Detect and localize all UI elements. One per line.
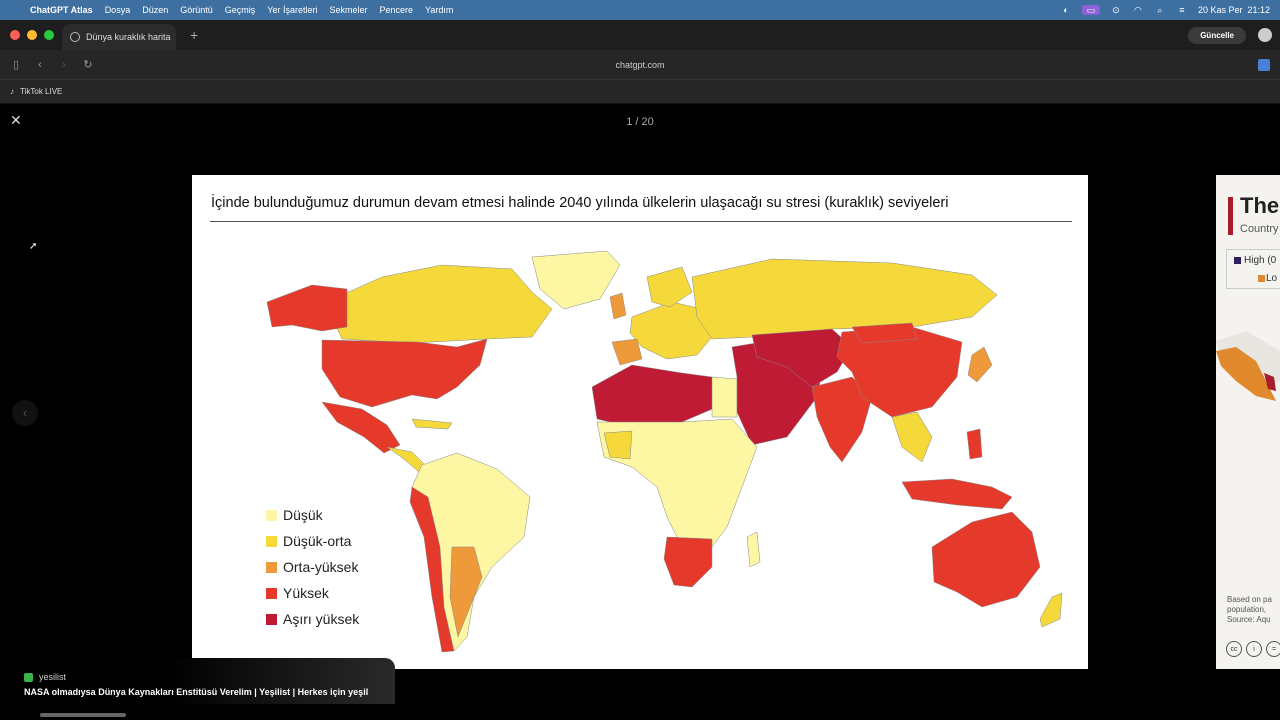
region-alaska bbox=[266, 284, 348, 332]
window-controls bbox=[0, 30, 62, 40]
by-icon: i bbox=[1246, 641, 1262, 657]
next-image-preview[interactable]: The Country High (0 Lo Based on pa popul… bbox=[1216, 175, 1280, 669]
legend-item: Yüksek bbox=[266, 580, 359, 606]
play-icon[interactable]: ⊙ bbox=[1110, 5, 1122, 15]
zoom-window-button[interactable] bbox=[44, 30, 54, 40]
toast-title[interactable]: NASA olmadıysa Dünya Kaynakları Enstitüs… bbox=[24, 687, 368, 697]
nd-icon: = bbox=[1266, 641, 1280, 657]
menu-bar: ChatGPT Atlas Dosya Düzen Görüntü Geçmiş… bbox=[0, 0, 1280, 20]
region-southern-africa bbox=[663, 536, 713, 588]
region-mexico bbox=[321, 401, 401, 454]
region-north-africa bbox=[591, 364, 718, 428]
legend-label: Düşük-orta bbox=[283, 533, 352, 549]
sidebar-toggle-icon[interactable]: ▯ bbox=[4, 58, 28, 71]
region-uk bbox=[609, 292, 627, 320]
legend-item: Düşük-orta bbox=[266, 528, 359, 554]
toast-source: yesilist bbox=[24, 672, 66, 682]
cc-icon: cc bbox=[1226, 641, 1242, 657]
accent-bar bbox=[1228, 197, 1233, 235]
legend-label: Düşük bbox=[283, 507, 323, 523]
translate-extension-icon[interactable] bbox=[1258, 58, 1270, 71]
region-indonesia bbox=[901, 478, 1013, 510]
preview-legend-high: High (0 bbox=[1244, 255, 1277, 266]
preview-map bbox=[1216, 331, 1280, 401]
region-madagascar bbox=[746, 531, 761, 568]
legend-swatch-medium-high bbox=[266, 561, 277, 573]
screen-record-icon[interactable]: ▭ bbox=[1081, 5, 1100, 15]
minimize-window-button[interactable] bbox=[27, 30, 37, 40]
title-divider bbox=[210, 221, 1072, 222]
map-legend: Düşük Düşük-orta Orta-yüksek Yüksek Aşır… bbox=[266, 502, 359, 632]
previous-image-button[interactable]: ‹ bbox=[12, 400, 38, 426]
menu-bookmarks[interactable]: Yer İşaretleri bbox=[267, 5, 317, 15]
menu-file[interactable]: Dosya bbox=[105, 5, 131, 15]
site-favicon-icon bbox=[24, 672, 33, 682]
region-scandinavia bbox=[646, 266, 693, 308]
menu-history[interactable]: Geçmiş bbox=[225, 5, 256, 15]
menu-edit[interactable]: Düzen bbox=[142, 5, 168, 15]
search-icon[interactable]: ⌕ bbox=[1154, 5, 1166, 15]
horizontal-scrollbar[interactable] bbox=[40, 713, 126, 717]
preview-legend-low: Lo bbox=[1266, 273, 1278, 284]
region-iberia bbox=[611, 338, 643, 366]
region-caribbean bbox=[411, 418, 453, 430]
legend-label: Aşırı yüksek bbox=[283, 611, 360, 627]
reload-button[interactable]: ↻ bbox=[76, 58, 100, 71]
update-button[interactable]: Güncelle bbox=[1188, 26, 1246, 44]
tiktok-icon: ♪ bbox=[10, 87, 14, 96]
image-viewer: ✕ 1 / 20 ➚ ‹ › İçinde bulunduğumuz durum… bbox=[0, 104, 1280, 720]
bookmark-tiktok-live[interactable]: TikTok LIVE bbox=[20, 87, 62, 96]
menubar-clock[interactable]: 20 Kas Per 21:12 bbox=[1198, 5, 1270, 15]
region-egypt bbox=[711, 376, 738, 418]
address-bar: ▯ ‹ › ↻ chatgpt.com bbox=[0, 50, 1280, 80]
control-center-icon[interactable]: ≡ bbox=[1176, 5, 1188, 15]
source-toast[interactable]: yesilist NASA olmadıysa Dünya Kaynakları… bbox=[0, 658, 395, 704]
legend-swatch-high bbox=[266, 587, 277, 599]
mouse-cursor-icon: ➚ bbox=[29, 241, 38, 252]
license-icons: cc i = bbox=[1226, 641, 1280, 657]
sync-icon[interactable]: ◐ bbox=[1060, 5, 1072, 15]
legend-swatch-low bbox=[266, 509, 277, 521]
legend-item: Aşırı yüksek bbox=[266, 606, 359, 632]
forward-button[interactable]: › bbox=[52, 59, 76, 71]
region-australia bbox=[931, 511, 1041, 608]
url-field[interactable]: chatgpt.com bbox=[0, 60, 1280, 70]
preview-subtitle: Country bbox=[1240, 223, 1279, 235]
legend-swatch-low-medium bbox=[266, 535, 277, 547]
legend-item: Orta-yüksek bbox=[266, 554, 359, 580]
back-button[interactable]: ‹ bbox=[28, 59, 52, 71]
tab-title: Dünya kuraklık harita bbox=[86, 32, 171, 42]
legend-label: Orta-yüksek bbox=[283, 559, 359, 575]
menu-app-name[interactable]: ChatGPT Atlas bbox=[30, 5, 93, 15]
region-southeast-asia bbox=[891, 411, 933, 463]
profile-avatar[interactable] bbox=[1258, 28, 1272, 42]
new-tab-button[interactable]: + bbox=[190, 27, 198, 43]
region-new-zealand bbox=[1039, 592, 1063, 628]
menu-view[interactable]: Görüntü bbox=[180, 5, 213, 15]
tab-strip: Dünya kuraklık harita + Güncelle bbox=[0, 20, 1280, 50]
close-window-button[interactable] bbox=[10, 30, 20, 40]
globe-icon bbox=[70, 32, 80, 42]
menu-window[interactable]: Pencere bbox=[379, 5, 413, 15]
bookmarks-bar: ♪ TikTok LIVE bbox=[0, 80, 1280, 104]
image-counter: 1 / 20 bbox=[626, 116, 654, 128]
region-russia bbox=[691, 258, 998, 340]
map-image: İçinde bulunduğumuz durumun devam etmesi… bbox=[192, 175, 1088, 669]
toast-source-label: yesilist bbox=[39, 672, 67, 682]
region-philippines bbox=[966, 428, 983, 460]
legend-label: Yüksek bbox=[283, 585, 329, 601]
wifi-icon[interactable]: ◠ bbox=[1132, 5, 1144, 15]
region-canada bbox=[331, 264, 553, 344]
menu-tabs[interactable]: Sekmeler bbox=[329, 5, 367, 15]
region-greenland bbox=[531, 250, 621, 310]
menu-help[interactable]: Yardım bbox=[425, 5, 453, 15]
region-usa bbox=[321, 338, 488, 408]
legend-item: Düşük bbox=[266, 502, 359, 528]
preview-title: The bbox=[1240, 193, 1280, 218]
map-title: İçinde bulunduğumuz durumun devam etmesi… bbox=[211, 195, 949, 211]
tab-active[interactable]: Dünya kuraklık harita bbox=[62, 24, 176, 50]
preview-footer: Based on pa population, Source: Aqu bbox=[1227, 595, 1272, 624]
legend-swatch-extremely-high bbox=[266, 613, 277, 625]
region-japan bbox=[967, 346, 993, 383]
